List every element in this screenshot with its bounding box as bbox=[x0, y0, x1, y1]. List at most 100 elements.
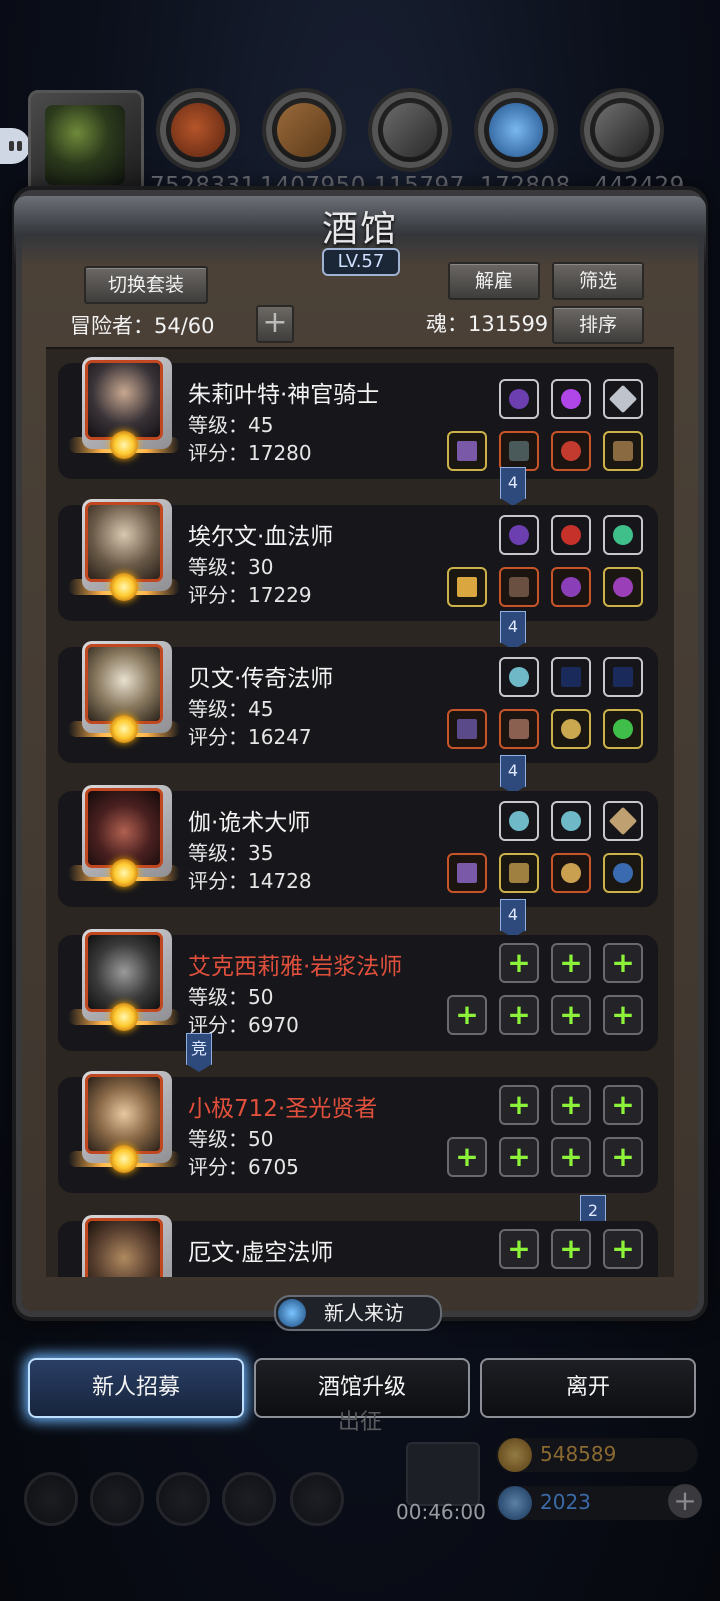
hero-card[interactable]: 小极712·圣光贤者 等级：50 评分：6705 + + + + + + + bbox=[58, 1071, 658, 1193]
rank-emblem-icon bbox=[110, 431, 138, 459]
armor-slot[interactable] bbox=[499, 567, 539, 607]
set-count-tag: 4 bbox=[500, 467, 526, 506]
gift-timer: 00:46:00 bbox=[396, 1500, 486, 1524]
hero-score: 评分：6705 bbox=[188, 1155, 299, 1179]
hero-portrait bbox=[82, 1215, 172, 1277]
sortie-label: 出征 bbox=[338, 1410, 383, 1435]
gift-icon[interactable] bbox=[406, 1442, 480, 1506]
banner-icon[interactable] bbox=[156, 1472, 210, 1526]
gold-icon bbox=[498, 1438, 532, 1472]
rune-slot[interactable] bbox=[551, 657, 591, 697]
rune-slot[interactable] bbox=[603, 515, 643, 555]
hero-card[interactable]: 厄文·虚空法师 + + + bbox=[58, 1215, 658, 1277]
amulet-slot[interactable] bbox=[551, 853, 591, 893]
shield-icon[interactable] bbox=[290, 1472, 344, 1526]
chat-toggle[interactable] bbox=[0, 128, 30, 164]
empty-amulet-slot[interactable]: + bbox=[551, 995, 591, 1035]
empty-weapon-slot[interactable]: + bbox=[447, 1137, 487, 1177]
filter-button[interactable]: 筛选 bbox=[552, 262, 644, 300]
gem-value: 2023 bbox=[540, 1490, 591, 1514]
settings-icon[interactable] bbox=[24, 1472, 78, 1526]
empty-armor-slot[interactable]: + bbox=[499, 995, 539, 1035]
recruit-button[interactable]: 新人招募 bbox=[28, 1358, 244, 1418]
rune-slot[interactable] bbox=[551, 801, 591, 841]
empty-weapon-slot[interactable]: + bbox=[447, 995, 487, 1035]
hero-name: 厄文·虚空法师 bbox=[188, 1240, 334, 1266]
iron-resource-icon bbox=[584, 92, 660, 168]
rune-slot[interactable] bbox=[603, 379, 643, 419]
expand-capacity-button[interactable]: + bbox=[256, 305, 294, 343]
accessory-slot[interactable] bbox=[603, 431, 643, 471]
rune-slot[interactable] bbox=[551, 515, 591, 555]
hero-name: 贝文·传奇法师 bbox=[188, 666, 334, 692]
empty-amulet-slot[interactable]: + bbox=[551, 1137, 591, 1177]
empty-rune-slot[interactable]: + bbox=[603, 943, 643, 983]
soul-count: 魂：131599 bbox=[426, 312, 549, 336]
hero-level: 等级：35 bbox=[188, 841, 274, 865]
rank-emblem-icon bbox=[110, 1003, 138, 1031]
sort-button[interactable]: 排序 bbox=[552, 306, 644, 344]
weapon-slot[interactable] bbox=[447, 853, 487, 893]
crystal-resource-icon bbox=[478, 92, 554, 168]
rune-slot[interactable] bbox=[499, 379, 539, 419]
rank-emblem-icon bbox=[110, 573, 138, 601]
clock-icon bbox=[278, 1299, 306, 1327]
empty-accessory-slot[interactable]: + bbox=[603, 1137, 643, 1177]
arena-tag: 竞 bbox=[186, 1033, 212, 1072]
empty-armor-slot[interactable]: + bbox=[499, 1137, 539, 1177]
set-count-tag: 4 bbox=[500, 611, 526, 650]
amulet-slot[interactable] bbox=[551, 567, 591, 607]
hero-card[interactable]: 贝文·传奇法师 等级：45 评分：16247 bbox=[58, 641, 658, 763]
star-icon[interactable] bbox=[90, 1472, 144, 1526]
weapon-slot[interactable] bbox=[447, 709, 487, 749]
empty-rune-slot[interactable]: + bbox=[499, 1085, 539, 1125]
empty-rune-slot[interactable]: + bbox=[551, 1085, 591, 1125]
hero-name: 朱莉叶特·神官骑士 bbox=[188, 382, 380, 408]
rune-slot[interactable] bbox=[603, 657, 643, 697]
rune-slot[interactable] bbox=[499, 515, 539, 555]
switch-outfit-button[interactable]: 切换套装 bbox=[84, 266, 208, 304]
armor-slot[interactable] bbox=[499, 709, 539, 749]
hero-score: 评分：14728 bbox=[188, 869, 312, 893]
hero-card[interactable]: 艾克西莉雅·岩浆法师 等级：50 评分：6970 + + + + + + + bbox=[58, 929, 658, 1051]
empty-accessory-slot[interactable]: + bbox=[603, 995, 643, 1035]
player-avatar[interactable] bbox=[28, 90, 144, 201]
hero-level: 等级：30 bbox=[188, 555, 274, 579]
weapon-slot[interactable] bbox=[447, 431, 487, 471]
rune-slot[interactable] bbox=[551, 379, 591, 419]
rune-slot[interactable] bbox=[499, 801, 539, 841]
rank-emblem-icon bbox=[110, 859, 138, 887]
weapon-slot[interactable] bbox=[447, 567, 487, 607]
new-visitor-button[interactable]: 新人来访 bbox=[274, 1295, 442, 1331]
new-visitor-label: 新人来访 bbox=[324, 1301, 404, 1325]
empty-rune-slot[interactable]: + bbox=[603, 1085, 643, 1125]
hero-card[interactable]: 埃尔文·血法师 等级：30 评分：17229 bbox=[58, 499, 658, 621]
amulet-slot[interactable] bbox=[551, 431, 591, 471]
hero-card[interactable]: 朱莉叶特·神官骑士 等级：45 评分：17280 bbox=[58, 357, 658, 479]
accessory-slot[interactable] bbox=[603, 567, 643, 607]
empty-rune-slot[interactable]: + bbox=[551, 943, 591, 983]
hero-name: 艾克西莉雅·岩浆法师 bbox=[188, 954, 403, 980]
rank-emblem-icon bbox=[110, 715, 138, 743]
panel-title: 酒馆 bbox=[321, 209, 398, 250]
armor-slot[interactable] bbox=[499, 431, 539, 471]
set-count-tag: 4 bbox=[500, 755, 526, 794]
ring-slot[interactable] bbox=[551, 709, 591, 749]
empty-rune-slot[interactable]: + bbox=[499, 943, 539, 983]
hero-card[interactable]: 伽·诡术大师 等级：35 评分：14728 bbox=[58, 785, 658, 907]
hero-name: 伽·诡术大师 bbox=[188, 810, 311, 836]
empty-rune-slot[interactable]: + bbox=[603, 1229, 643, 1269]
empty-rune-slot[interactable]: + bbox=[499, 1229, 539, 1269]
leave-button[interactable]: 离开 bbox=[480, 1358, 696, 1418]
armor-slot[interactable] bbox=[499, 853, 539, 893]
add-currency-button[interactable]: + bbox=[668, 1484, 702, 1518]
rune-slot[interactable] bbox=[499, 657, 539, 697]
dismiss-button[interactable]: 解雇 bbox=[448, 262, 540, 300]
rune-slot[interactable] bbox=[603, 801, 643, 841]
hero-score: 评分：16247 bbox=[188, 725, 312, 749]
accessory-slot[interactable] bbox=[603, 853, 643, 893]
empty-rune-slot[interactable]: + bbox=[551, 1229, 591, 1269]
mail-icon[interactable] bbox=[222, 1472, 276, 1526]
hero-list[interactable]: 朱莉叶特·神官骑士 等级：45 评分：17280 4 埃尔文·血法师 等级：30… bbox=[46, 347, 674, 1277]
accessory-slot[interactable] bbox=[603, 709, 643, 749]
